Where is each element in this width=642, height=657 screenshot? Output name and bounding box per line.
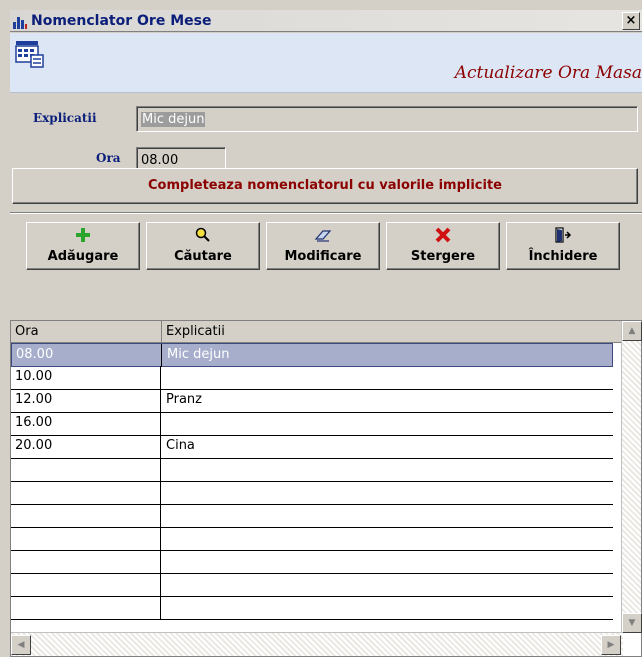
column-header-explicatii[interactable]: Explicatii xyxy=(162,321,623,343)
cell-explicatii[interactable] xyxy=(162,458,613,481)
delete-button[interactable]: Stergere xyxy=(386,222,500,270)
cell-explicatii[interactable] xyxy=(162,596,613,619)
cell-explicatii[interactable] xyxy=(162,527,613,550)
vertical-scrollbar[interactable]: ▲ ▼ xyxy=(621,321,642,633)
scroll-up-arrow-icon[interactable]: ▲ xyxy=(622,321,642,341)
explicatii-value: Mic dejun xyxy=(141,112,206,127)
edit-pen-icon xyxy=(267,227,379,249)
cell-ora[interactable] xyxy=(11,550,161,573)
nomenclator-window: Nomenclator Ore Mese × Actualizare Ora M… xyxy=(0,0,642,657)
cell-explicatii[interactable]: Cina xyxy=(162,435,613,458)
magnifier-icon xyxy=(147,227,259,249)
cell-ora[interactable] xyxy=(11,458,161,481)
cell-explicatii[interactable] xyxy=(162,366,613,389)
explicatii-field[interactable]: Mic dejun xyxy=(136,106,638,132)
cell-ora[interactable] xyxy=(11,527,161,550)
add-label: Adăugare xyxy=(47,249,119,264)
title-bar[interactable]: Nomenclator Ore Mese × xyxy=(10,10,642,32)
cell-explicatii[interactable] xyxy=(162,412,613,435)
cell-ora[interactable]: 20.00 xyxy=(11,435,161,458)
scroll-right-arrow-icon[interactable]: ▶ xyxy=(601,635,621,655)
cell-explicatii[interactable]: Mic dejun xyxy=(163,344,614,367)
exit-door-icon xyxy=(507,227,619,249)
ore-mese-grid[interactable]: Ora Explicatii 08.00 Mic dejun 10.00 12.00 P… xyxy=(10,320,642,657)
add-button[interactable]: Adăugare xyxy=(26,222,140,270)
cell-explicatii[interactable] xyxy=(162,481,613,504)
table-row[interactable] xyxy=(11,550,613,574)
table-row[interactable] xyxy=(11,504,613,528)
delete-label: Stergere xyxy=(410,249,476,264)
cell-explicatii[interactable] xyxy=(162,573,613,596)
cell-ora[interactable]: 10.00 xyxy=(11,366,161,389)
cell-explicatii[interactable] xyxy=(162,550,613,573)
fill-defaults-button[interactable]: Completeaza nomenclatorul cu valorile im… xyxy=(12,168,638,204)
cell-explicatii[interactable] xyxy=(162,504,613,527)
table-row[interactable] xyxy=(11,458,613,482)
table-row[interactable] xyxy=(11,481,613,505)
table-row[interactable] xyxy=(11,596,613,620)
scroll-left-arrow-icon[interactable]: ◀ xyxy=(11,635,31,655)
table-row[interactable]: 16.00 xyxy=(11,412,613,436)
cell-ora[interactable] xyxy=(11,573,161,596)
table-row[interactable] xyxy=(11,573,613,597)
cell-ora[interactable] xyxy=(11,504,161,527)
column-header-ora[interactable]: Ora xyxy=(11,321,162,343)
close-button[interactable]: Închidere xyxy=(506,222,620,270)
form-header: Actualizare Ora Masa xyxy=(10,33,642,93)
cell-ora[interactable]: 08.00 xyxy=(12,344,162,367)
search-label: Căutare xyxy=(174,249,232,264)
form-subtitle: Actualizare Ora Masa xyxy=(454,63,642,83)
divider xyxy=(10,212,642,214)
table-row[interactable]: 08.00 Mic dejun xyxy=(11,343,613,367)
table-row[interactable]: 10.00 xyxy=(11,366,613,390)
table-row[interactable]: 20.00 Cina xyxy=(11,435,613,459)
bar-chart-icon xyxy=(13,15,27,29)
edit-button[interactable]: Modificare xyxy=(266,222,380,270)
cell-ora[interactable]: 12.00 xyxy=(11,389,161,412)
edit-label: Modificare xyxy=(284,249,362,264)
cell-explicatii[interactable]: Pranz xyxy=(162,389,613,412)
cell-ora[interactable]: 16.00 xyxy=(11,412,161,435)
ora-value: 08.00 xyxy=(141,153,179,168)
close-window-button[interactable]: × xyxy=(622,12,640,30)
window-title: Nomenclator Ore Mese xyxy=(31,13,212,29)
plus-icon xyxy=(27,227,139,249)
table-form-icon xyxy=(15,41,44,68)
table-row[interactable]: 12.00 Pranz xyxy=(11,389,613,413)
x-icon xyxy=(387,227,499,249)
scroll-down-arrow-icon[interactable]: ▼ xyxy=(622,613,642,633)
search-button[interactable]: Căutare xyxy=(146,222,260,270)
cell-ora[interactable] xyxy=(11,596,161,619)
explicatii-label: Explicatii xyxy=(33,111,97,125)
horizontal-scrollbar[interactable]: ◀ ▶ xyxy=(11,632,623,656)
close-label: Închidere xyxy=(528,249,598,264)
cell-ora[interactable] xyxy=(11,481,161,504)
table-row[interactable] xyxy=(11,527,613,551)
ora-label: Ora xyxy=(96,151,121,165)
